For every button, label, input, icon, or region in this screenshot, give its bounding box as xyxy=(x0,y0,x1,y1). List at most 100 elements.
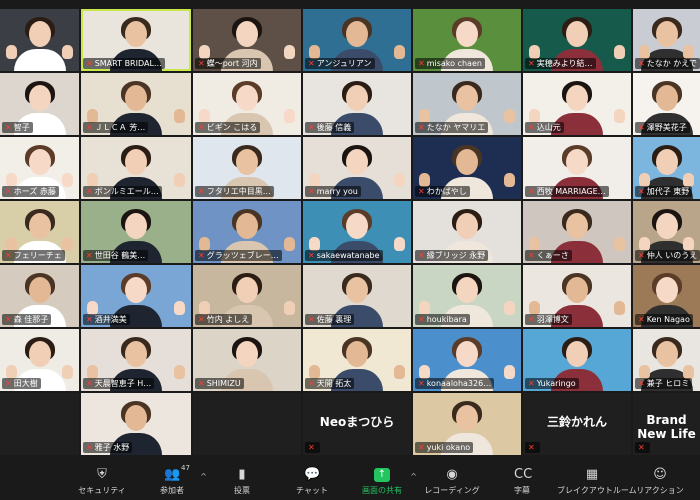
video-tile[interactable]: ✕ ボンルミエール… xyxy=(81,137,191,199)
video-tile[interactable]: ✕ たなか かえで xyxy=(633,9,700,71)
video-tile[interactable]: ✕ 実穂みより結… xyxy=(523,9,631,71)
video-tile[interactable]: ✕ marry you xyxy=(303,137,411,199)
video-tile[interactable]: ✕ yuki okano xyxy=(413,393,521,455)
participant-name-label: ✕ xyxy=(305,442,320,453)
waving-hand xyxy=(6,237,17,251)
video-tile[interactable]: ✕ 羽澤博文 xyxy=(523,265,631,327)
mic-muted-icon: ✕ xyxy=(86,59,93,68)
video-tile[interactable]: ✕ 西牧 MARRIAGE… xyxy=(523,137,631,199)
waving-hand xyxy=(614,301,625,315)
video-tile[interactable]: ✕ たなか ヤマリエ xyxy=(413,73,521,135)
video-tile[interactable]: ✕ 加代子 東野 xyxy=(633,137,700,199)
breakout-rooms-icon: ▦ xyxy=(585,467,599,482)
polls-icon: ▮ xyxy=(238,467,246,482)
toolbar-button[interactable]: CC 字幕 xyxy=(487,458,557,500)
video-tile[interactable]: ✕ 兼子 ヒロミ xyxy=(633,329,700,391)
video-tile[interactable]: ✕ 森 佳那子 xyxy=(0,265,79,327)
waving-hand xyxy=(683,365,694,379)
mic-muted-icon: ✕ xyxy=(86,251,93,260)
waving-hand xyxy=(62,237,73,251)
toolbar-button[interactable]: ▦ ブレイクアウトルーム xyxy=(557,458,637,500)
participant-count: 47 xyxy=(181,464,190,472)
video-tile[interactable]: ✕ houkibara xyxy=(413,265,521,327)
waving-hand xyxy=(174,301,185,315)
video-tile[interactable]: ✕ グラッツェブレー… xyxy=(193,201,301,263)
video-tile[interactable]: ✕ 雅子 水野 xyxy=(81,393,191,455)
video-tile[interactable] xyxy=(0,393,79,455)
toolbar-button[interactable]: ▮ 投票 xyxy=(207,458,277,500)
video-tile[interactable]: ✕ 蝶〜port 河内 xyxy=(193,9,301,71)
participant-name: 蝶〜port 河内 xyxy=(206,59,258,68)
mic-muted-icon: ✕ xyxy=(638,443,645,452)
participant-name-label: ✕ 世田谷 鶴美… xyxy=(83,250,149,261)
participant-name-label: ✕ たなか ヤマリエ xyxy=(415,122,489,133)
participant-name: 兼子 ヒロミ xyxy=(646,379,690,388)
participant-name: 羽澤博文 xyxy=(536,315,569,324)
participant-name: Yukaringo xyxy=(536,379,576,388)
participant-name-label: ✕ ボンルミエール… xyxy=(83,186,162,197)
participant-name-label: ✕ xyxy=(635,442,650,453)
video-tile[interactable]: ✕ 佐藤 裏理 xyxy=(303,265,411,327)
video-tile[interactable]: ✕ 澤野美花子 xyxy=(633,73,700,135)
participant-name: ＪＬＣＡ 芳… xyxy=(94,123,146,132)
video-tile[interactable]: ✕ misako chaen xyxy=(413,9,521,71)
video-tile[interactable]: ✕ SMART BRIDAL… xyxy=(81,9,191,71)
video-tile[interactable]: ✕ 込山元 xyxy=(523,73,631,135)
video-tile[interactable]: 三鈴かれん ✕ xyxy=(523,393,631,455)
video-tile[interactable]: ✕ フェリーチェ xyxy=(0,201,79,263)
participant-name: misako chaen xyxy=(426,59,482,68)
video-tile[interactable]: ✕ 酒井満美 xyxy=(81,265,191,327)
video-tile[interactable]: ✕ 田大樹 xyxy=(0,329,79,391)
waving-hand xyxy=(529,301,540,315)
video-tile[interactable] xyxy=(193,393,301,455)
participant-name: 竹内 よしえ xyxy=(206,315,250,324)
mic-muted-icon: ✕ xyxy=(308,379,315,388)
video-tile[interactable]: ✕ 仲人 いのうえ xyxy=(633,201,700,263)
mic-muted-icon: ✕ xyxy=(5,379,12,388)
video-tile[interactable]: ✕ 竹内 よしえ xyxy=(193,265,301,327)
video-tile[interactable]: ✕ sakaewatanabe xyxy=(303,201,411,263)
video-tile[interactable]: ✕ 世田谷 鶴美… xyxy=(81,201,191,263)
toolbar-button[interactable]: ☺ リアクション xyxy=(625,458,695,500)
video-tile[interactable]: ✕ ＪＬＣＡ 芳… xyxy=(81,73,191,135)
toolbar-button[interactable]: ⛨ セキュリティ xyxy=(67,458,137,500)
participant-name-label: ✕ misako chaen xyxy=(415,58,485,69)
video-tile[interactable]: ✕ 智子 xyxy=(0,73,79,135)
waving-hand xyxy=(309,173,320,187)
video-tile[interactable]: ✕ アンジュリアン xyxy=(303,9,411,71)
video-tile[interactable]: ✕ 天開 拓太 xyxy=(303,329,411,391)
waving-hand xyxy=(394,45,405,59)
toolbar-button[interactable]: ◉ レコーディング xyxy=(417,458,487,500)
video-tile[interactable] xyxy=(0,9,79,71)
waving-hand xyxy=(6,173,17,187)
mic-muted-icon: ✕ xyxy=(638,123,645,132)
video-tile[interactable]: ✕ ホーズ 赤藤 xyxy=(0,137,79,199)
video-tile[interactable]: Brand New Life ✕ xyxy=(633,393,700,455)
chevron-up-icon[interactable]: ^ xyxy=(200,472,207,481)
toolbar-button[interactable]: 👥 参加者 47 ^ xyxy=(137,458,207,500)
waving-hand xyxy=(174,365,185,379)
video-tile[interactable]: ✕ くぁーさ xyxy=(523,201,631,263)
video-tile[interactable]: ✕ 後藤 信義 xyxy=(303,73,411,135)
video-tile[interactable]: ✕ 縁ブリッジ 永野 xyxy=(413,201,521,263)
video-tile[interactable]: ✕ Yukaringo xyxy=(523,329,631,391)
video-tile[interactable]: ✕ Ken Nagao xyxy=(633,265,700,327)
mic-muted-icon: ✕ xyxy=(418,251,425,260)
video-tile[interactable]: ✕ フタリエ中目黒… xyxy=(193,137,301,199)
video-tile[interactable]: ✕ konaaloha326… xyxy=(413,329,521,391)
mic-muted-icon: ✕ xyxy=(638,187,645,196)
toolbar-button[interactable]: ↑ 画面の共有 ^ xyxy=(347,458,417,500)
video-tile[interactable]: Neoまつひら ✕ xyxy=(303,393,411,455)
participant-name-text: Brand New Life xyxy=(637,413,696,441)
participant-name: 縁ブリッジ 永野 xyxy=(426,251,486,260)
toolbar-button[interactable]: 💬 チャット xyxy=(277,458,347,500)
participant-name-label: ✕ 加代子 東野 xyxy=(635,186,693,197)
video-tile[interactable]: ✕ わかばやし xyxy=(413,137,521,199)
mic-muted-icon: ✕ xyxy=(86,187,93,196)
video-tile[interactable]: ✕ SHIMIZU xyxy=(193,329,301,391)
participant-name: yuki okano xyxy=(426,443,471,452)
chevron-up-icon[interactable]: ^ xyxy=(410,472,417,481)
participants-icon: 👥 xyxy=(164,467,181,482)
video-tile[interactable]: ✕ 天晨智恵子 H… xyxy=(81,329,191,391)
video-tile[interactable]: ✕ ビギン こはる xyxy=(193,73,301,135)
